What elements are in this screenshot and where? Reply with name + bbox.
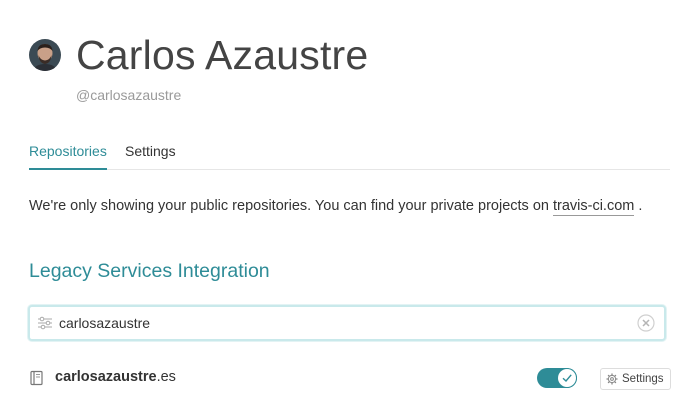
filter-input[interactable]	[59, 313, 629, 333]
repository-settings-button[interactable]: Settings	[600, 368, 671, 390]
filter-sliders-icon	[38, 316, 52, 330]
section-title: Legacy Services Integration	[29, 260, 270, 282]
profile-name: Carlos Azaustre	[76, 32, 369, 78]
notice-text: We're only showing your public repositor…	[29, 198, 553, 214]
notice-text-end: .	[634, 198, 643, 214]
profile-handle: @carlosazaustre	[76, 87, 182, 103]
checkmark-icon	[562, 374, 572, 383]
avatar-image	[29, 39, 61, 71]
profile-tabs: Repositories Settings	[29, 143, 670, 170]
tab-settings[interactable]: Settings	[125, 143, 176, 169]
travis-ci-com-link[interactable]: travis-ci.com	[552, 198, 635, 216]
repository-name-link[interactable]: carlosazaustre.es	[55, 369, 176, 385]
repository-settings-label: Settings	[622, 373, 664, 385]
repository-toggle[interactable]	[537, 368, 577, 388]
avatar	[29, 39, 61, 71]
repository-filter	[28, 305, 666, 341]
public-repos-notice: We're only showing your public repositor…	[29, 198, 643, 216]
repository-owner: carlosazaustre	[55, 369, 157, 385]
gear-icon	[606, 373, 618, 385]
repo-book-icon	[30, 370, 43, 386]
page: Carlos Azaustre @carlosazaustre Reposito…	[0, 0, 678, 418]
clear-icon[interactable]	[637, 314, 655, 332]
tab-repositories[interactable]: Repositories	[29, 143, 107, 170]
repository-suffix: .es	[156, 369, 176, 385]
toggle-knob	[558, 369, 576, 387]
repository-row: carlosazaustre.es Settings	[29, 366, 671, 392]
